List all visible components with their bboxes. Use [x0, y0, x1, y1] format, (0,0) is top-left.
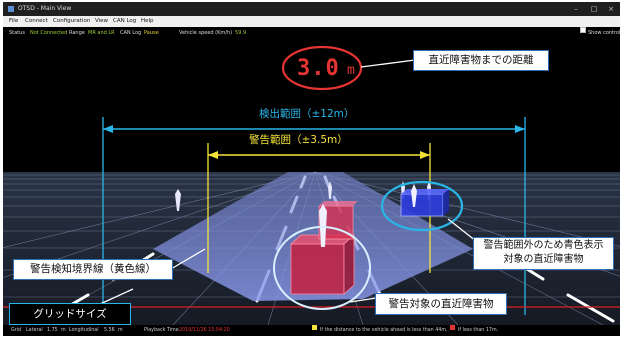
- status-bar: Status Not Connected Range MR and LR CAN…: [3, 27, 620, 39]
- distance-value: 3.0: [297, 56, 340, 81]
- menu-connect[interactable]: Connect: [25, 16, 48, 27]
- legend-red-swatch: [450, 325, 455, 330]
- callout-boundary: 警告検知境界線（黄色線）: [13, 259, 173, 280]
- callout-grid-size: グリッドサイズ: [9, 303, 131, 325]
- lateral-unit: m: [61, 328, 66, 333]
- longitudinal-value: 5.56: [104, 328, 115, 333]
- show-control-checkbox[interactable]: [580, 27, 586, 33]
- longitudinal-unit: m: [118, 328, 123, 333]
- show-control-label: Show control: [588, 30, 620, 36]
- callout-blue-obstacle-line1: 警告範囲外のため青色表示: [483, 240, 604, 251]
- playback-value: 2019/11/26 15:04:20: [179, 328, 230, 333]
- canlog-value: Pause: [144, 30, 159, 36]
- status-label: Status: [9, 30, 25, 36]
- callout-warning-obstacle: 警告対象の直近障害物: [375, 293, 507, 315]
- menu-bar: File Connect Configuration View CAN Log …: [3, 16, 620, 27]
- range-label: Range: [69, 30, 85, 36]
- legend-yellow-text: If the distance to the vehicle ahead is …: [320, 328, 448, 333]
- legend-yellow-swatch: [312, 325, 317, 330]
- playback-label: Playback Time: [144, 328, 179, 333]
- range-value: MR and LR: [88, 30, 115, 36]
- legend-red-text: If less than 17m.: [458, 328, 499, 333]
- menu-view[interactable]: View: [95, 16, 108, 27]
- title-bar: OTSD - Main View – □ ×: [3, 2, 620, 16]
- callout-distance: 直近障害物までの距離: [413, 50, 549, 71]
- menu-file[interactable]: File: [9, 16, 18, 27]
- distance-unit: m: [347, 63, 355, 78]
- menu-can-log[interactable]: CAN Log: [113, 16, 136, 27]
- speed-value: 59.9: [235, 30, 247, 36]
- menu-configuration[interactable]: Configuration: [53, 16, 90, 27]
- lateral-label: Lateral: [26, 328, 43, 333]
- callout-blue-obstacle: 警告範囲外のため青色表示 対象の直近障害物: [473, 237, 614, 270]
- speed-label: Vehicle speed (Km/h): [179, 30, 233, 36]
- bottom-status-bar: Grid Lateral 1.75 m Longitudinal 5.56 m …: [3, 325, 620, 336]
- radar-scene: [3, 39, 620, 325]
- lateral-value: 1.75: [47, 328, 58, 333]
- grid-label: Grid: [11, 328, 22, 333]
- main-view-window: OTSD - Main View – □ × File Connect Conf…: [3, 2, 620, 336]
- app-icon: [8, 6, 14, 12]
- window-title: OTSD - Main View: [18, 5, 72, 12]
- menu-help[interactable]: Help: [141, 16, 154, 27]
- canlog-label: CAN Log: [120, 30, 142, 36]
- maximize-button[interactable]: □: [587, 2, 601, 16]
- minimize-button[interactable]: –: [569, 2, 583, 16]
- close-button[interactable]: ×: [604, 2, 618, 16]
- detection-range-label: 検出範囲（±12m）: [259, 108, 355, 120]
- callout-blue-obstacle-line2: 対象の直近障害物: [503, 254, 584, 265]
- status-value: Not Connected: [30, 30, 68, 36]
- warning-range-label: 警告範囲（±3.5m）: [249, 134, 348, 146]
- longitudinal-label: Longitudinal: [69, 328, 99, 333]
